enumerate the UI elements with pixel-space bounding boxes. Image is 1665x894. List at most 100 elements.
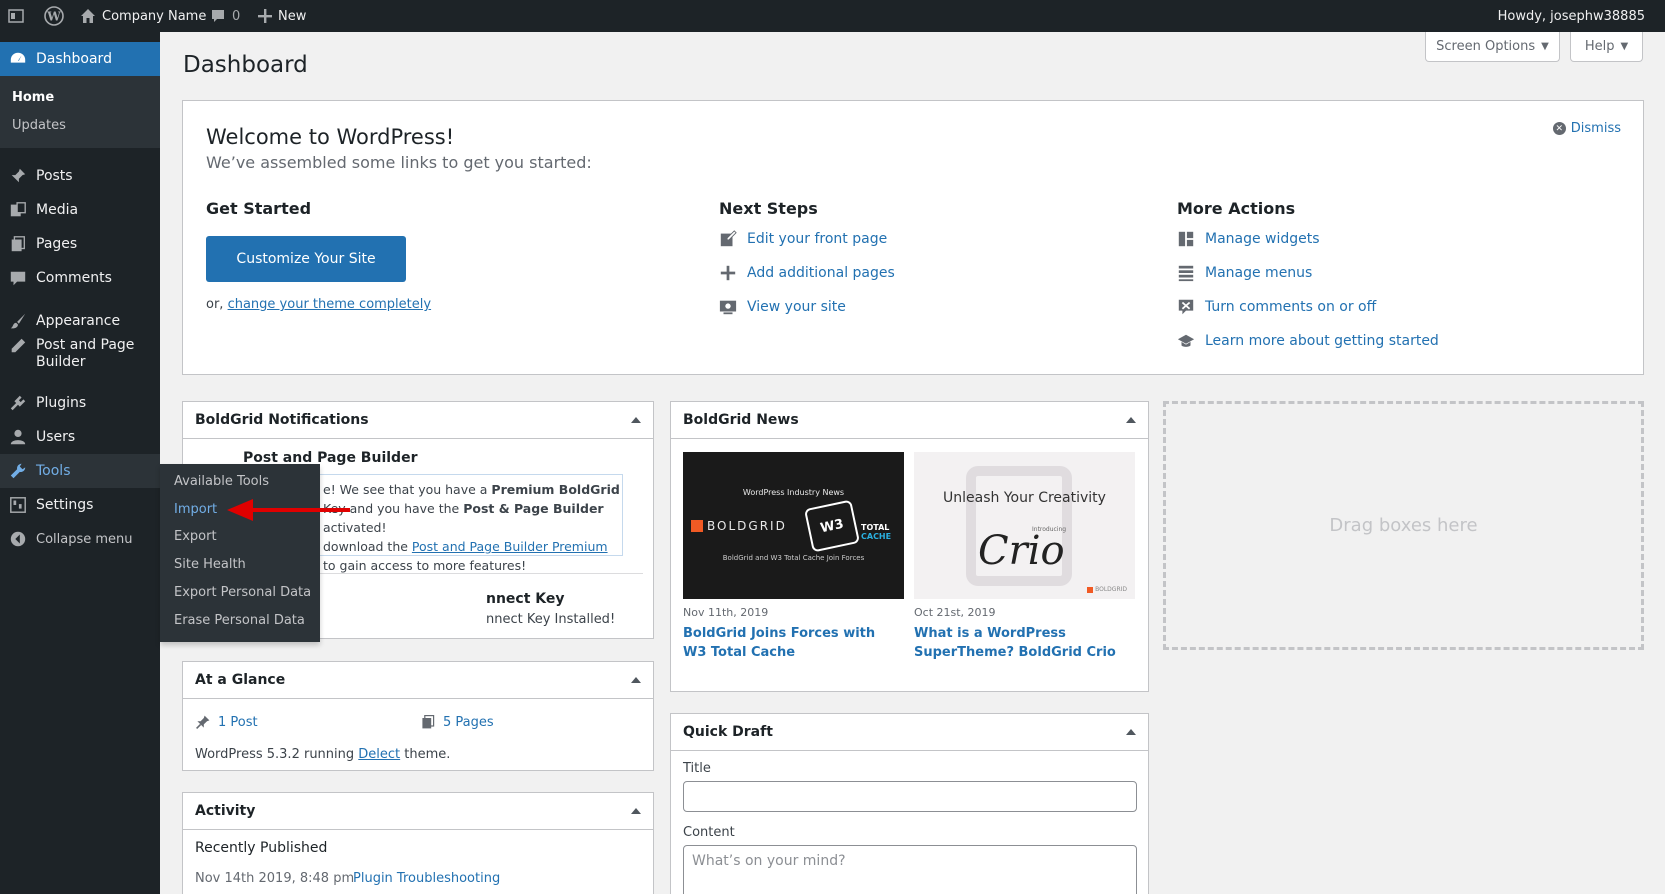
title-label: Title <box>683 761 711 776</box>
pages-icon <box>422 715 435 729</box>
view-site-link[interactable]: View your site <box>719 298 846 316</box>
new-content-link[interactable]: New <box>258 0 306 32</box>
admin-bar: W Company Name 0 New Howdy, josephw38885 <box>0 0 1665 32</box>
learn-more-link[interactable]: Learn more about getting started <box>1177 332 1439 350</box>
collapse-toggle-icon[interactable] <box>631 677 641 683</box>
box-title: BoldGrid News <box>683 412 799 428</box>
link-label: Turn comments on or off <box>1205 299 1377 315</box>
collapse-toggle-icon[interactable] <box>1126 417 1136 423</box>
sidebar-item-home[interactable]: Home <box>12 90 54 105</box>
news-link-crio[interactable]: What is a WordPress SuperTheme? BoldGrid… <box>914 624 1139 662</box>
dismiss-link[interactable]: ✕ Dismiss <box>1552 121 1621 136</box>
sidebar-item-plugins[interactable]: Plugins <box>0 386 160 420</box>
menu-list-icon <box>1178 265 1194 282</box>
link-label: Manage menus <box>1205 265 1313 281</box>
pages-count-link[interactable]: 5 Pages <box>420 714 494 730</box>
sidebar-label: Media <box>36 202 79 218</box>
sidebar-item-settings[interactable]: Settings <box>0 488 160 522</box>
change-theme-link[interactable]: change your theme completely <box>228 297 432 312</box>
link-label: Edit your front page <box>747 231 888 247</box>
paintbrush-icon <box>10 313 26 329</box>
link-label: Manage widgets <box>1205 231 1320 247</box>
sidebar-item-media[interactable]: Media <box>0 193 160 227</box>
edit-front-page-link[interactable]: Edit your front page <box>719 230 887 248</box>
draft-content-textarea[interactable]: What’s on your mind? <box>683 845 1137 894</box>
manage-menus-link[interactable]: Manage menus <box>1177 264 1312 282</box>
settings-sliders-icon <box>10 497 26 513</box>
sidebar-item-updates[interactable]: Updates <box>12 118 66 133</box>
caret-down-icon: ▼ <box>1620 41 1629 52</box>
box-header[interactable]: Quick Draft <box>671 714 1148 751</box>
flyout-item-export-personal-data[interactable]: Export Personal Data <box>174 585 311 600</box>
draft-title-input[interactable] <box>683 781 1137 812</box>
page-title: Dashboard <box>183 52 308 78</box>
notification-message: e! We see that you have a Premium BoldGr… <box>323 482 620 573</box>
comment-icon <box>10 271 26 286</box>
pushpin-icon <box>196 715 210 729</box>
sidebar-item-comments[interactable]: Comments <box>0 261 160 295</box>
box-header[interactable]: BoldGrid Notifications <box>183 402 653 439</box>
screen-options-label: Screen Options <box>1436 39 1536 54</box>
crio-headline: Unleash Your Creativity <box>943 490 1106 506</box>
manage-widgets-link[interactable]: Manage widgets <box>1177 230 1320 248</box>
howdy-user-link[interactable]: Howdy, josephw38885 <box>1498 0 1645 32</box>
sidebar-item-users[interactable]: Users <box>0 420 160 454</box>
site-name-link[interactable]: Company Name <box>80 0 206 32</box>
news-image-boldgrid-w3[interactable]: WordPress Industry News BOLDGRID W3 TOTA… <box>683 452 904 599</box>
help-button[interactable]: Help ▼ <box>1570 32 1643 62</box>
collapse-toggle-icon[interactable] <box>631 808 641 814</box>
sidebar-item-dashboard[interactable]: Dashboard <box>0 42 160 76</box>
toggle-comments-link[interactable]: Turn comments on or off <box>1177 298 1376 316</box>
home-icon <box>81 9 95 23</box>
close-circle-icon: ✕ <box>1552 122 1566 135</box>
sidebar-label: Dashboard <box>36 51 112 67</box>
collapse-toggle-icon[interactable] <box>631 417 641 423</box>
activity-box: Activity Recently Published Nov 14th 201… <box>182 792 654 894</box>
wordpress-logo-icon[interactable]: W <box>44 0 64 32</box>
sidebar-item-pages[interactable]: Pages <box>0 227 160 261</box>
recently-published-heading: Recently Published <box>195 840 328 856</box>
sidebar-item-post-page-builder[interactable]: Post and Page Builder <box>0 329 160 379</box>
dashboard-gauge-icon <box>10 52 26 63</box>
crio-brand: BOLDGRID <box>1087 586 1127 593</box>
empty-drop-zone[interactable]: Drag boxes here <box>1163 401 1644 650</box>
media-icon <box>10 202 26 217</box>
welcome-title: Welcome to WordPress! <box>206 125 455 149</box>
pages-icon <box>11 236 25 252</box>
sidebar-item-posts[interactable]: Posts <box>0 159 160 193</box>
customize-site-button[interactable]: Customize Your Site <box>206 236 406 282</box>
flyout-item-site-health[interactable]: Site Health <box>174 557 246 572</box>
theme-link[interactable]: Delect <box>358 747 400 762</box>
flyout-item-available-tools[interactable]: Available Tools <box>174 474 269 489</box>
comments-count: 0 <box>232 8 241 24</box>
link-label: Learn more about getting started <box>1205 333 1439 349</box>
news-image-caption: BoldGrid and W3 Total Cache Join Forces <box>722 554 865 562</box>
add-pages-link[interactable]: Add additional pages <box>719 264 895 282</box>
dashboard-submenu: Home Updates <box>0 76 160 148</box>
box-header[interactable]: BoldGrid News <box>671 402 1148 439</box>
collapse-toggle-icon[interactable] <box>1126 729 1136 735</box>
news-link-w3[interactable]: BoldGrid Joins Forces with W3 Total Cach… <box>683 624 903 662</box>
screen-options-button[interactable]: Screen Options ▼ <box>1425 32 1560 62</box>
comment-bubble-icon <box>212 10 224 22</box>
tools-flyout-menu: Available Tools Import Export Site Healt… <box>160 464 320 642</box>
dismiss-label: Dismiss <box>1570 121 1621 136</box>
w3-cube-logo: W3 <box>803 499 861 553</box>
sidebar-toggle-icon[interactable] <box>8 0 24 32</box>
premium-download-link[interactable]: Post and Page Builder Premium <box>412 539 608 554</box>
flyout-item-import[interactable]: Import <box>174 502 217 517</box>
flyout-item-export[interactable]: Export <box>174 529 217 544</box>
sidebar-label: Appearance <box>36 313 121 329</box>
box-header[interactable]: At a Glance <box>183 662 653 699</box>
sidebar-item-tools[interactable]: Tools <box>0 454 160 488</box>
pages-count: 5 Pages <box>443 714 494 730</box>
activity-post-link[interactable]: Plugin Troubleshooting <box>353 871 500 886</box>
welcome-panel: Welcome to WordPress! We’ve assembled so… <box>182 100 1644 375</box>
news-image-crio[interactable]: Unleash Your Creativity Introducing Crio… <box>914 452 1135 599</box>
comments-link[interactable]: 0 <box>210 0 240 32</box>
box-header[interactable]: Activity <box>183 793 653 830</box>
collapse-menu-button[interactable]: Collapse menu <box>0 522 160 556</box>
pencil-icon <box>11 338 26 353</box>
flyout-item-erase-personal-data[interactable]: Erase Personal Data <box>174 613 305 628</box>
posts-count-link[interactable]: 1 Post <box>195 714 258 730</box>
